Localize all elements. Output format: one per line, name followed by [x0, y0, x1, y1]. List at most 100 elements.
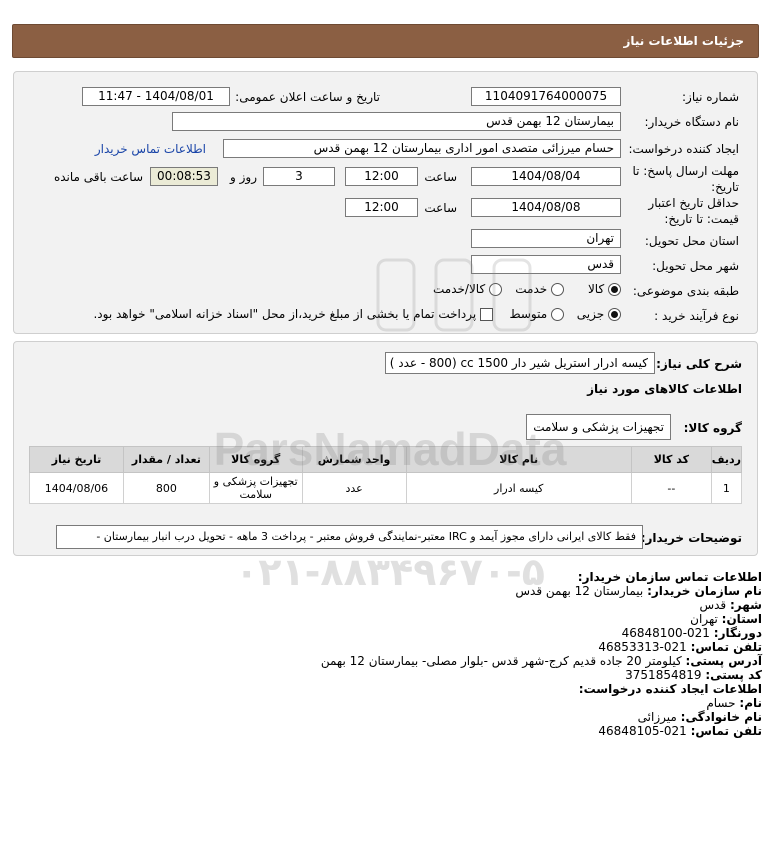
cell-group: تجهیزات پزشکی و سلامت	[208, 472, 303, 504]
contact-city-label: شهر:	[730, 598, 762, 612]
cell-code: --	[630, 472, 712, 504]
announce-datetime-field[interactable]: 1404/08/01 - 11:47	[82, 87, 230, 106]
address-row: آدرس پستی: کیلومتر 20 جاده قدیم کرج-شهر …	[22, 654, 762, 668]
province-field[interactable]: تهران	[471, 229, 621, 248]
goods-panel: شرح کلی نیاز: کیسه ادرار استریل شیر دار …	[13, 341, 758, 556]
creator-phone-label: تلفن تماس:	[690, 724, 762, 738]
goods-info-title: اطلاعات کالاهای مورد نیاز	[587, 382, 742, 396]
col-unit: واحد شمارش	[301, 446, 407, 473]
fax-label: دورنگار:	[713, 626, 762, 640]
contact-city-value: قدس	[699, 598, 727, 612]
buyer-name-label: نام سازمان خریدار:	[647, 584, 762, 598]
table-header-row: ردیف کد کالا نام کالا واحد شمارش گروه کا…	[29, 446, 743, 473]
cell-qty: 800	[122, 472, 210, 504]
postal-value: 3751854819	[625, 668, 702, 682]
radio-service[interactable]	[551, 283, 564, 296]
last-name-value: میرزائی	[637, 710, 677, 724]
announce-datetime-label: تاریخ و ساعت اعلان عمومی:	[235, 90, 380, 104]
payment-treasury-label: پرداخت تمام یا بخشی از مبلغ خرید،از محل …	[93, 307, 477, 321]
category-option-service[interactable]: خدمت	[515, 282, 564, 296]
creator-phone-row: تلفن تماس: 021-46848105	[22, 724, 762, 738]
category-option-goods-service[interactable]: کالا/خدمت	[433, 282, 502, 296]
validity-time-label: ساعت	[424, 201, 457, 215]
process-option-medium[interactable]: متوسط	[509, 307, 564, 321]
radio-medium[interactable]	[551, 308, 564, 321]
radio-minor[interactable]	[608, 308, 621, 321]
window-title: جزئیات اطلاعات نیاز	[12, 24, 759, 58]
deadline-date-field[interactable]: 1404/08/04	[471, 167, 621, 186]
first-name-label: نام:	[739, 696, 762, 710]
address-value: کیلومتر 20 جاده قدیم کرج-شهر قدس -بلوار …	[320, 654, 682, 668]
goods-table: ردیف کد کالا نام کالا واحد شمارش گروه کا…	[29, 446, 743, 504]
cell-name: کیسه ادرار	[405, 472, 632, 504]
creator-contact-title: اطلاعات ایجاد کننده درخواست:	[578, 682, 762, 696]
creator-phone-value: 021-46848105	[598, 724, 687, 738]
first-name-value: حسام	[706, 696, 736, 710]
radio-goods-label: کالا	[587, 282, 605, 296]
address-label: آدرس پستی:	[685, 654, 762, 668]
remaining-time-field: 00:08:53	[150, 167, 218, 186]
remaining-time-label: ساعت باقی مانده	[53, 170, 143, 184]
col-name: نام کالا	[405, 446, 632, 473]
deadline-label: مهلت ارسال پاسخ: تا	[632, 164, 739, 178]
need-details-panel: شماره نیاز: 1104091764000075 تاریخ و ساع…	[13, 71, 758, 334]
contact-province-value: تهران	[690, 612, 718, 626]
contact-section: اطلاعات تماس سازمان خریدار: نام سازمان خ…	[22, 570, 762, 738]
cell-date: 1404/08/06	[29, 472, 124, 504]
phone-value: 021-46853313	[598, 640, 687, 654]
col-code: کد کالا	[630, 446, 712, 473]
phone-label: تلفن تماس:	[690, 640, 762, 654]
radio-medium-label: متوسط	[509, 307, 548, 321]
validity-label: حداقل تاریخ اعتبار	[648, 196, 739, 210]
buyer-contact-link[interactable]: اطلاعات تماس خریدار	[95, 142, 206, 156]
days-remaining-field[interactable]: 3	[263, 167, 335, 186]
summary-field[interactable]: کیسه ادرار استریل شیر دار 1500 cc (800 -…	[385, 352, 655, 374]
need-number-field[interactable]: 1104091764000075	[471, 87, 621, 106]
contact-province-label: استان:	[721, 612, 762, 626]
buyer-name-row: نام سازمان خریدار: بیمارستان 12 بهمن قدس	[22, 584, 762, 598]
goods-group-field[interactable]: تجهیزات پزشکی و سلامت	[526, 414, 671, 440]
fax-value: 021-46848100	[621, 626, 710, 640]
radio-goods-service-label: کالا/خدمت	[432, 282, 486, 296]
radio-service-label: خدمت	[515, 282, 548, 296]
buyer-org-label: نام دستگاه خریدار:	[644, 115, 740, 129]
buyer-notes-label: توضیحات خریدار:	[640, 531, 742, 545]
org-contact-title: اطلاعات تماس سازمان خریدار:	[577, 570, 762, 584]
cell-unit: عدد	[301, 472, 407, 504]
table-row[interactable]: 1 -- کیسه ادرار عدد تجهیزات پزشکی و سلام…	[29, 472, 743, 504]
contact-province-row: استان: تهران	[22, 612, 762, 626]
buyer-org-field[interactable]: بیمارستان 12 بهمن قدس	[172, 112, 621, 131]
radio-goods[interactable]	[608, 283, 621, 296]
creator-field[interactable]: حسام میرزائی متصدی امور اداری بیمارستان …	[223, 139, 621, 158]
category-option-goods[interactable]: کالا	[588, 282, 621, 296]
deadline-time-label: ساعت	[424, 170, 457, 184]
radio-goods-service[interactable]	[489, 283, 502, 296]
deadline-time-field[interactable]: 12:00	[345, 167, 418, 186]
payment-treasury-checkbox[interactable]	[480, 308, 493, 321]
summary-label: شرح کلی نیاز:	[656, 357, 742, 371]
validity-time-field[interactable]: 12:00	[345, 198, 418, 217]
col-qty: تعداد / مقدار	[122, 446, 210, 473]
col-date: تاریخ نیاز	[29, 446, 124, 473]
process-label: نوع فرآیند خرید :	[654, 309, 739, 323]
deadline-label-date: تاریخ:	[711, 180, 739, 194]
buyer-notes-field[interactable]: فقط کالای ایرانی دارای مجوز آیمد و IRC م…	[56, 525, 643, 549]
goods-group-label: گروه کالا:	[683, 421, 742, 435]
buyer-name-value: بیمارستان 12 بهمن قدس	[515, 584, 644, 598]
last-name-label: نام خانوادگی:	[680, 710, 762, 724]
contact-city-row: شهر: قدس	[22, 598, 762, 612]
fax-row: دورنگار: 021-46848100	[22, 626, 762, 640]
category-label: طبقه بندی موضوعی:	[632, 284, 739, 298]
col-group: گروه کالا	[208, 446, 303, 473]
process-option-minor[interactable]: جزیی	[577, 307, 621, 321]
payment-treasury-option[interactable]: پرداخت تمام یا بخشی از مبلغ خرید،از محل …	[93, 307, 493, 321]
postal-label: کد پستی:	[705, 668, 762, 682]
validity-date-field[interactable]: 1404/08/08	[471, 198, 621, 217]
creator-label: ایجاد کننده درخواست:	[628, 142, 739, 156]
province-label: استان محل تحویل:	[644, 234, 739, 248]
days-label: روز و	[230, 170, 257, 184]
validity-label-date: قیمت: تا تاریخ:	[664, 212, 739, 226]
postal-row: کد پستی: 3751854819	[22, 668, 762, 682]
radio-minor-label: جزیی	[576, 307, 605, 321]
city-field[interactable]: قدس	[471, 255, 621, 274]
